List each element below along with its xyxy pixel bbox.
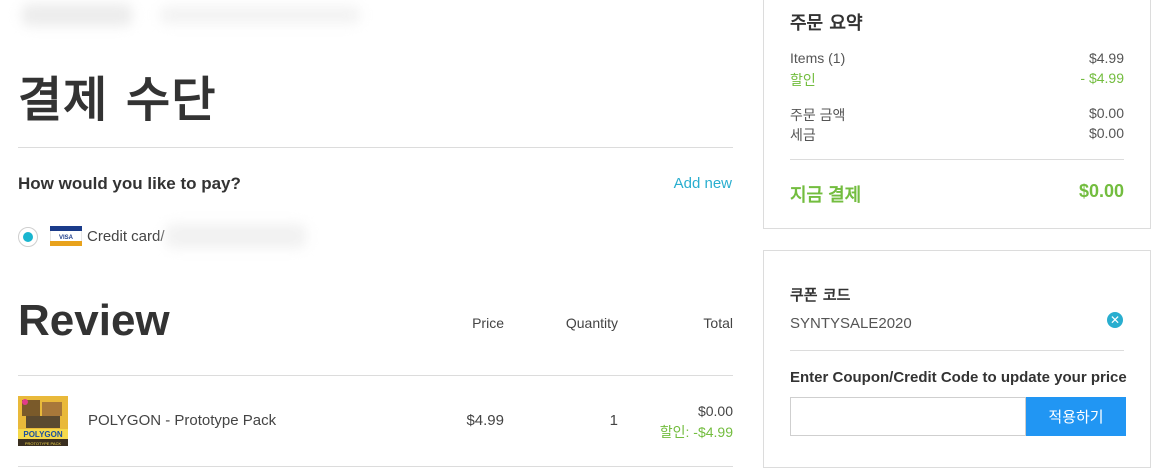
pay-now-label: 지금 결제 [790, 185, 862, 205]
payment-method-title: 결제 수단 [18, 72, 217, 128]
summary-order-amount-label: 주문 금액 [790, 107, 846, 123]
pay-now-value: $0.00 [1078, 181, 1124, 201]
credit-card-radio[interactable] [18, 227, 38, 247]
product-name: POLYGON - Prototype Pack [88, 412, 277, 429]
coupon-code-input[interactable] [790, 397, 1026, 436]
coupon-prompt: Enter Coupon/Credit Code to update your … [790, 369, 1127, 386]
summary-tax-label: 세금 [790, 127, 816, 143]
pay-now-row: 지금 결제 $0.00 [790, 181, 1124, 207]
svg-text:PROTOTYPE PACK: PROTOTYPE PACK [25, 441, 62, 446]
order-summary-panel: 주문 요약 Items (1) $4.99 할인 - $4.99 주문 금액 $… [763, 0, 1151, 229]
coupon-panel: 쿠폰 코드 SYNTYSALE2020 ✕ Enter Coupon/Credi… [763, 250, 1151, 468]
applied-coupon-code: SYNTYSALE2020 [790, 315, 912, 332]
column-header-price: Price [472, 315, 504, 331]
summary-order-amount-row: 주문 금액 $0.00 [790, 105, 1124, 125]
blurred-header-text [160, 6, 360, 24]
product-total: $0.00 할인: -$4.99 [600, 401, 733, 443]
product-discount: 할인: -$4.99 [659, 424, 733, 440]
product-price: $4.99 [466, 412, 504, 429]
summary-tax-row: 세금 $0.00 [790, 125, 1124, 145]
blurred-card-number [166, 224, 306, 248]
review-title: Review [18, 296, 170, 345]
divider [18, 147, 733, 148]
payment-question: How would you like to pay? [18, 174, 241, 193]
column-header-total: Total [703, 315, 733, 331]
summary-order-amount-value: $0.00 [1088, 105, 1124, 121]
summary-discount-label: 할인 [790, 72, 816, 88]
add-new-link[interactable]: Add new [674, 175, 732, 192]
summary-discount-value: - $4.99 [1080, 70, 1124, 86]
svg-text:POLYGON: POLYGON [23, 430, 62, 439]
svg-text:VISA: VISA [59, 235, 74, 241]
product-total-value: $0.00 [697, 403, 733, 419]
divider [18, 375, 733, 376]
order-summary-title: 주문 요약 [790, 13, 863, 34]
blurred-header-logo [22, 4, 132, 26]
divider [790, 159, 1124, 160]
summary-items-value: $4.99 [1088, 50, 1124, 66]
remove-coupon-icon[interactable]: ✕ [1107, 312, 1123, 328]
product-thumbnail: POLYGON PROTOTYPE PACK [18, 396, 68, 446]
divider [790, 350, 1124, 351]
apply-coupon-button[interactable]: 적용하기 [1026, 397, 1126, 436]
visa-card-icon: VISA [50, 226, 82, 246]
divider [18, 466, 733, 467]
summary-items-label: Items (1) [790, 50, 846, 66]
coupon-title: 쿠폰 코드 [790, 286, 851, 304]
summary-items-row: Items (1) $4.99 [790, 50, 1124, 66]
summary-tax-value: $0.00 [1088, 125, 1124, 141]
credit-card-label: Credit card/ [87, 228, 165, 245]
column-header-quantity: Quantity [565, 315, 618, 331]
summary-discount-row: 할인 - $4.99 [790, 70, 1124, 90]
